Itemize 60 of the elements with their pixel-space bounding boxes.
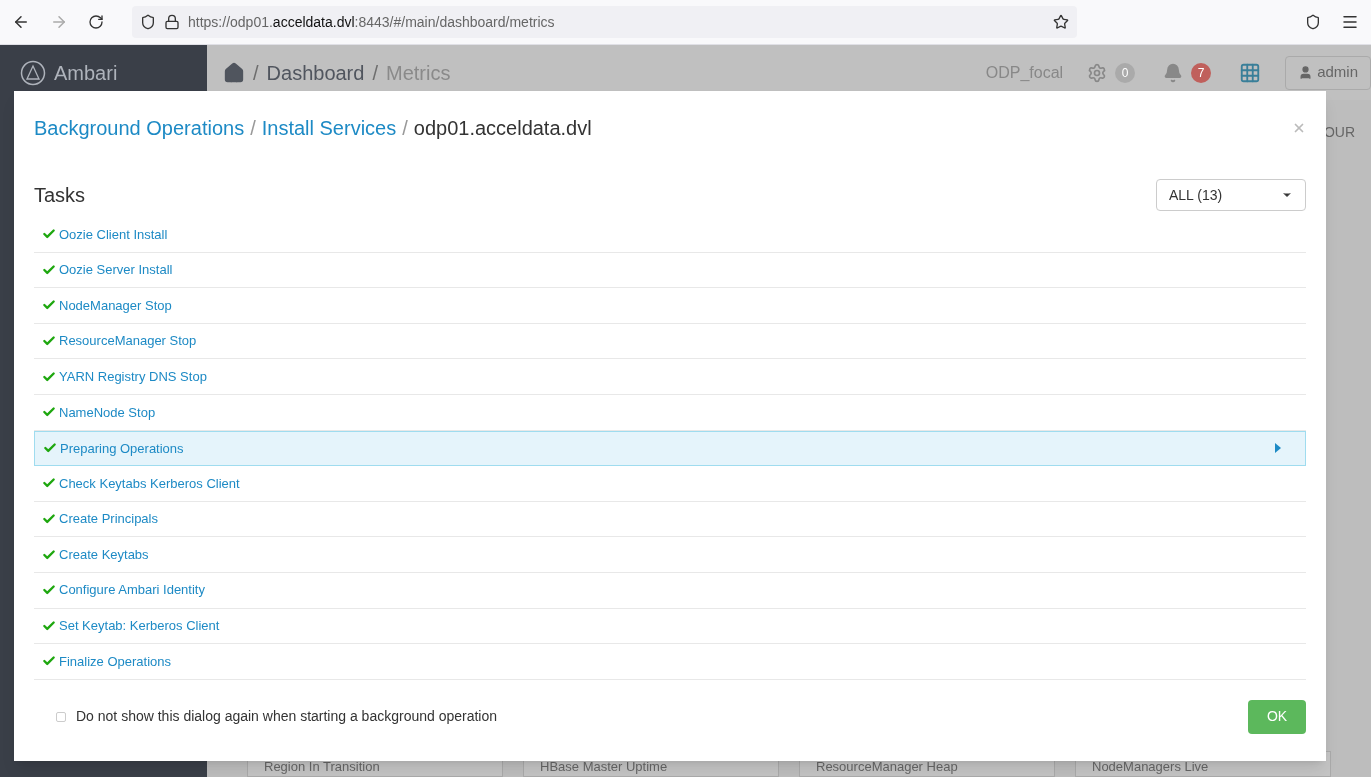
task-link[interactable]: Preparing Operations — [60, 438, 184, 459]
task-row[interactable]: Finalize Operations — [34, 644, 1306, 680]
url-text: https://odp01.acceldata.dvl:8443/#/main/dashboard/metrics — [188, 12, 556, 32]
dialog-breadcrumb-item[interactable]: Background Operations — [34, 113, 245, 143]
apps-grid-icon[interactable] — [1239, 61, 1262, 84]
task-link[interactable]: Create Keytabs — [59, 544, 149, 565]
home-icon[interactable] — [223, 61, 245, 84]
task-row[interactable]: Set Keytab: Kerberos Client — [34, 608, 1306, 645]
task-row[interactable]: Oozie Client Install — [34, 217, 1306, 253]
checkmark-icon — [42, 369, 56, 384]
logo-icon — [20, 59, 46, 86]
task-link[interactable]: Create Principals — [59, 509, 158, 529]
ops-count-badge: 0 — [1115, 62, 1136, 83]
checkmark-icon — [42, 618, 56, 633]
back-icon[interactable] — [12, 13, 30, 31]
task-link[interactable]: Configure Ambari Identity — [59, 580, 205, 600]
task-row[interactable]: Oozie Server Install — [34, 252, 1306, 289]
task-row[interactable]: Configure Ambari Identity — [34, 572, 1306, 609]
dialog-breadcrumb-item[interactable]: Install Services — [261, 113, 397, 143]
bookmark-star-icon[interactable] — [1053, 14, 1069, 30]
breadcrumb-separator: / — [250, 116, 256, 141]
breadcrumb-separator: / — [253, 60, 259, 86]
task-row[interactable]: Preparing Operations — [34, 430, 1306, 467]
task-link[interactable]: ResourceManager Stop — [59, 331, 197, 351]
breadcrumb-item[interactable]: Dashboard — [266, 57, 365, 88]
task-link[interactable]: Set Keytab: Kerberos Client — [59, 616, 220, 636]
section-title: Tasks — [34, 183, 86, 208]
address-bar[interactable]: https://odp01.acceldata.dvl:8443/#/main/dashboard/metrics — [132, 6, 1077, 38]
breadcrumb-separator: / — [402, 116, 408, 141]
task-link[interactable]: Check Keytabs Kerberos Client — [59, 473, 240, 494]
task-row[interactable]: NodeManager Stop — [34, 288, 1306, 324]
task-link[interactable]: Oozie Server Install — [59, 260, 173, 280]
alerts-count-badge: 7 — [1191, 62, 1212, 83]
task-row[interactable]: YARN Registry DNS Stop — [34, 359, 1306, 395]
task-row[interactable]: Create Principals — [34, 501, 1306, 538]
brand-name: Ambari — [54, 60, 118, 86]
cluster-name: ODP_focal — [985, 62, 1064, 83]
task-row[interactable]: NameNode Stop — [34, 394, 1306, 431]
task-link[interactable]: Finalize Operations — [59, 651, 171, 672]
user-menu-button[interactable]: admin — [1285, 55, 1371, 90]
menu-icon[interactable] — [1341, 13, 1359, 31]
dialog-breadcrumb-item: odp01.acceldata.dvl — [413, 116, 592, 141]
shield-icon — [140, 14, 156, 30]
task-link[interactable]: Oozie Client Install — [59, 224, 168, 245]
caret-right-icon — [1275, 443, 1281, 454]
task-row[interactable]: Check Keytabs Kerberos Client — [34, 466, 1306, 502]
filter-dropdown[interactable]: ALL (13) — [1156, 179, 1306, 211]
task-row[interactable]: ResourceManager Stop — [34, 323, 1306, 360]
checkmark-icon — [42, 262, 56, 277]
checkbox[interactable] — [56, 711, 66, 722]
task-row[interactable]: Create Keytabs — [34, 537, 1306, 573]
breadcrumb-separator: / — [372, 60, 378, 86]
task-link[interactable]: YARN Registry DNS Stop — [59, 366, 207, 387]
ok-button[interactable]: OK — [1248, 699, 1306, 734]
checkbox-label: Do not show this dialog again when starting a background operation — [76, 707, 498, 727]
reload-icon[interactable] — [88, 14, 104, 30]
checkmark-icon — [42, 547, 56, 562]
task-link[interactable]: NodeManager Stop — [59, 295, 172, 316]
task-link[interactable]: NameNode Stop — [59, 402, 156, 422]
user-icon — [1298, 65, 1314, 80]
